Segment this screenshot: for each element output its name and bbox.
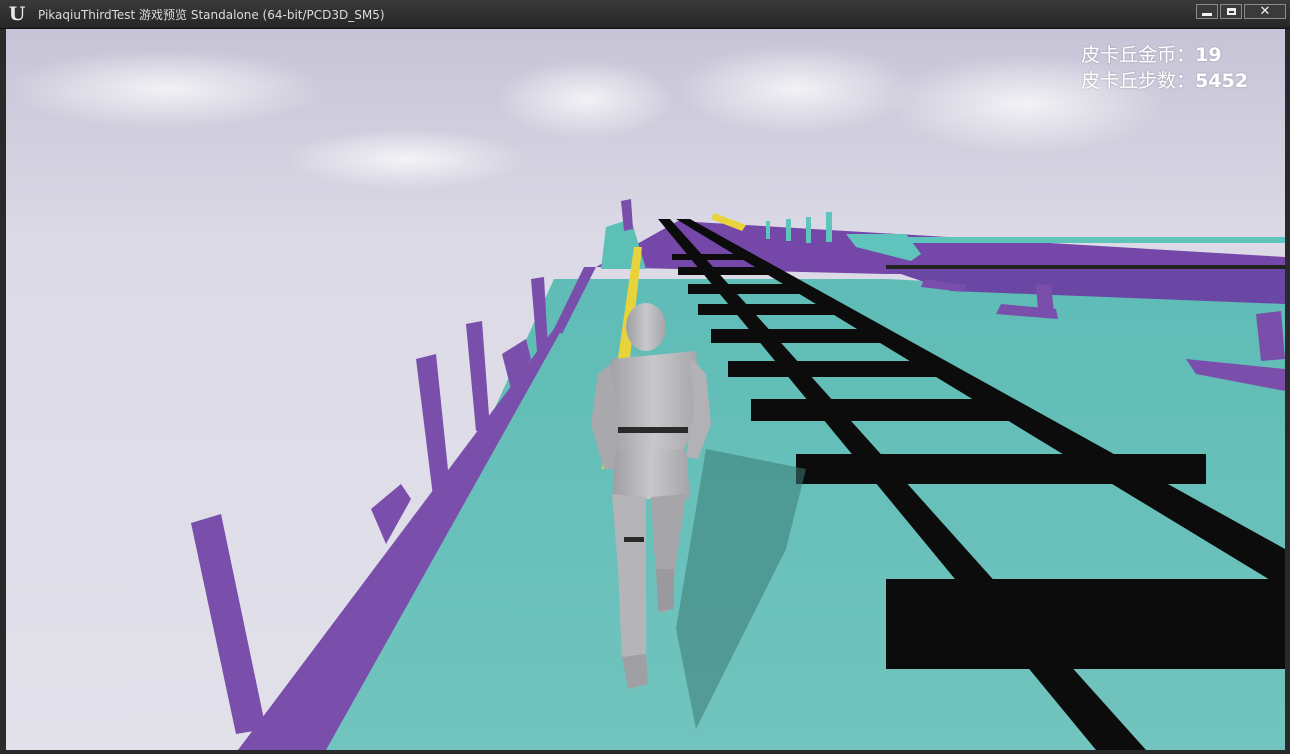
minimize-icon xyxy=(1202,12,1212,16)
hud-stats: 皮卡丘金币：19 皮卡丘步数：5452 xyxy=(1081,42,1248,94)
track-tie xyxy=(728,361,938,377)
cloud xyxy=(676,44,916,134)
close-icon: ✕ xyxy=(1259,4,1271,19)
game-window: U PikaqiuThirdTest 游戏预览 Standalone (64-b… xyxy=(0,0,1290,754)
far-rail xyxy=(886,265,1285,269)
track-tie xyxy=(678,267,768,275)
far-post xyxy=(766,221,770,239)
game-scene xyxy=(6,29,1285,750)
close-button[interactable]: ✕ xyxy=(1244,4,1286,19)
track-tie xyxy=(711,329,881,343)
track-tie xyxy=(698,304,838,315)
cloud xyxy=(496,59,676,139)
character-head xyxy=(626,303,666,351)
character-right-foot xyxy=(656,569,674,611)
steps-label: 皮卡丘步数： xyxy=(1081,70,1196,92)
hud-steps: 皮卡丘步数：5452 xyxy=(1081,68,1248,94)
window-title: PikaqiuThirdTest 游戏预览 Standalone (64-bit… xyxy=(38,8,385,22)
far-rail xyxy=(886,237,1285,243)
track-tie xyxy=(688,284,800,294)
cloud xyxy=(286,129,526,189)
unreal-engine-logo-icon: U xyxy=(8,3,26,25)
window-controls: ✕ xyxy=(1196,4,1286,19)
coins-label: 皮卡丘金币： xyxy=(1081,44,1196,66)
hud-coins: 皮卡丘金币：19 xyxy=(1081,42,1248,68)
far-post xyxy=(806,217,811,243)
track-tie xyxy=(886,579,1285,669)
track-tie xyxy=(796,454,1206,484)
title-bar[interactable]: U PikaqiuThirdTest 游戏预览 Standalone (64-b… xyxy=(0,0,1290,29)
character-belt xyxy=(618,427,688,433)
far-post xyxy=(826,212,832,242)
far-post xyxy=(786,219,791,241)
maximize-icon xyxy=(1226,8,1236,15)
character-torso xyxy=(606,351,701,454)
game-viewport[interactable]: 皮卡丘金币：19 皮卡丘步数：5452 xyxy=(6,29,1285,750)
track-tie xyxy=(751,399,1011,421)
character-hips xyxy=(612,449,690,499)
steps-value: 5452 xyxy=(1195,70,1248,92)
maximize-button[interactable] xyxy=(1220,4,1242,19)
minimize-button[interactable] xyxy=(1196,4,1218,19)
track-tie xyxy=(672,254,744,260)
cloud xyxy=(6,49,326,129)
coins-value: 19 xyxy=(1195,44,1222,66)
character-knee-joint xyxy=(624,537,644,542)
